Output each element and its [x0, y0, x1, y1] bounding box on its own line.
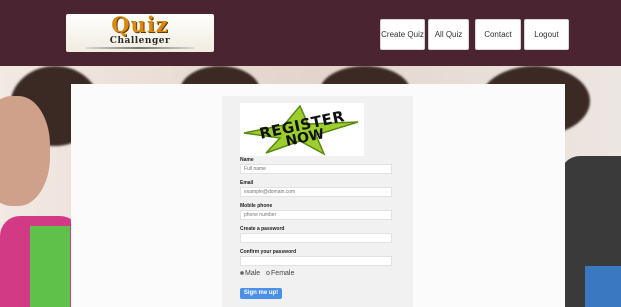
gender-radio-group: Male Female: [240, 270, 294, 277]
email-input[interactable]: [240, 187, 392, 197]
logo-subtitle: Challenger: [109, 36, 171, 46]
top-navbar: Quiz Challenger Create Quiz All Quiz Con…: [0, 0, 621, 66]
password-input[interactable]: [240, 233, 392, 243]
logo-word: Quiz: [111, 14, 169, 37]
male-radio[interactable]: [240, 271, 244, 276]
male-label: Male: [245, 270, 261, 277]
quiz-challenger-logo[interactable]: Quiz Challenger: [66, 14, 214, 52]
logo-underline: [86, 47, 194, 49]
password-label: Create a password: [240, 226, 285, 232]
female-radio[interactable]: [266, 271, 271, 276]
mobile-label: Mobile phone: [240, 203, 273, 209]
female-label: Female: [271, 270, 295, 277]
confirm-password-input[interactable]: [240, 256, 392, 266]
name-input[interactable]: [240, 164, 392, 174]
nav-all-quiz[interactable]: All Quiz: [428, 19, 469, 50]
email-label: Email: [240, 180, 254, 186]
sign-up-button[interactable]: Sign me up!: [240, 288, 282, 299]
nav-create-quiz[interactable]: Create Quiz: [380, 19, 425, 50]
confirm-password-label: Confirm your password: [240, 249, 297, 255]
register-now-banner: REGISTER NOW: [240, 103, 364, 156]
nav-logout[interactable]: Logout: [524, 19, 569, 50]
mobile-input[interactable]: [240, 210, 392, 220]
nav-contact[interactable]: Contact: [475, 19, 521, 50]
name-label: Name: [240, 157, 254, 163]
